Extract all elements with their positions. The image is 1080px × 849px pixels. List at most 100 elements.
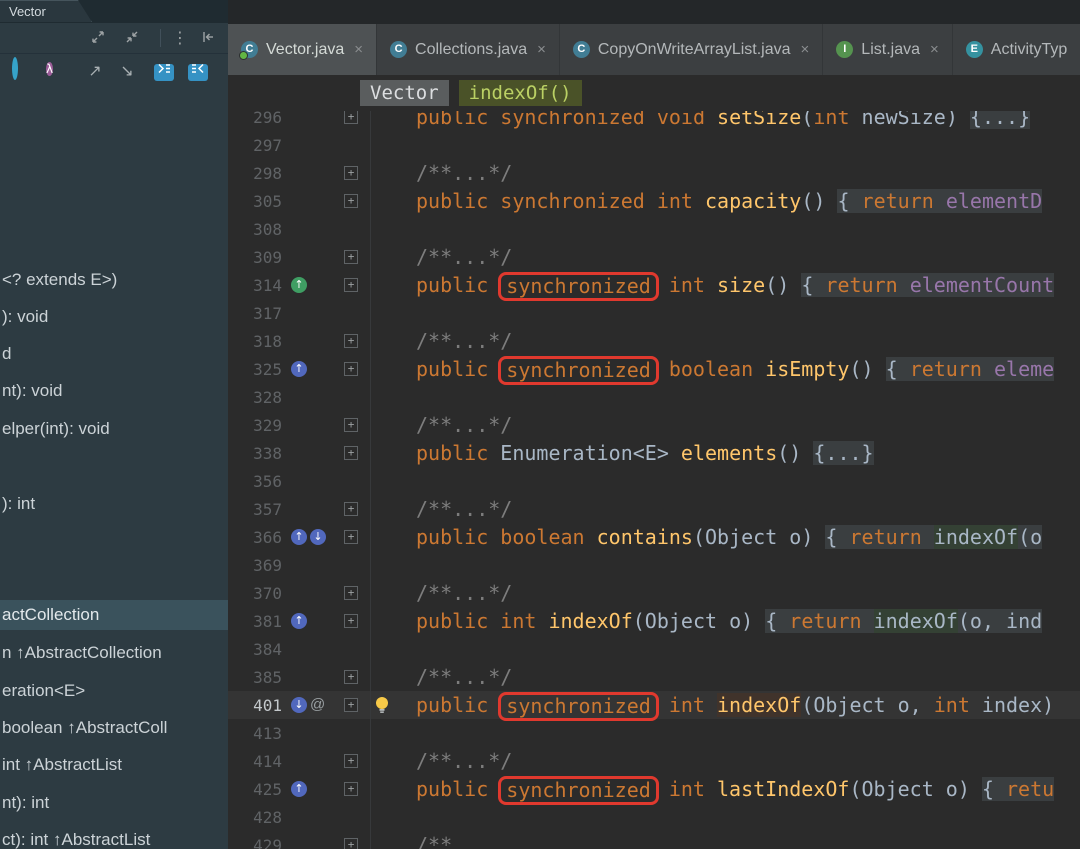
code-line[interactable]: 305 + public synchronized int capacity() {… bbox=[228, 187, 1080, 215]
expand-arrow-icon[interactable]: ↗ bbox=[84, 60, 106, 82]
code-line[interactable]: 329 + /**...*/ bbox=[228, 411, 1080, 439]
tool-window-tab[interactable]: Vector bbox=[0, 0, 92, 22]
code-line[interactable]: 384 bbox=[228, 635, 1080, 663]
structure-item[interactable]: actCollection bbox=[0, 600, 228, 630]
code-line[interactable]: 314 ↑ + public synchronized int size() { re… bbox=[228, 271, 1080, 301]
structure-item[interactable]: n ↑AbstractCollection bbox=[0, 641, 228, 665]
override-method-icon[interactable]: ↑ bbox=[291, 613, 307, 629]
code-line[interactable]: 357 + /**...*/ bbox=[228, 495, 1080, 523]
structure-item[interactable]: boolean ↑AbstractColl bbox=[0, 716, 228, 740]
code-line[interactable]: 366 ↑ ↓ + public boolean contains(Object o) … bbox=[228, 523, 1080, 551]
code-line[interactable]: 369 bbox=[228, 551, 1080, 579]
structure-item[interactable]: <? extends E>) bbox=[0, 268, 228, 292]
code-line[interactable]: 338 + public Enumeration<E> elements() {..… bbox=[228, 439, 1080, 467]
fold-marker[interactable]: + bbox=[344, 334, 358, 348]
code-line[interactable]: 328 bbox=[228, 383, 1080, 411]
code-line[interactable]: 370 + /**...*/ bbox=[228, 579, 1080, 607]
fold-marker[interactable]: + bbox=[344, 110, 358, 124]
fold-marker[interactable]: + bbox=[344, 418, 358, 432]
override-method-icon[interactable]: ↑ bbox=[291, 781, 307, 797]
scroll-to-source-icon[interactable] bbox=[154, 60, 176, 82]
code-line[interactable]: 413 bbox=[228, 719, 1080, 747]
breadcrumb-method-chip[interactable]: indexOf() bbox=[458, 80, 582, 106]
annotation-icon[interactable]: @ bbox=[310, 697, 325, 713]
structure-item[interactable]: nt): void bbox=[0, 379, 228, 403]
fold-marker[interactable]: + bbox=[344, 586, 358, 600]
override-method-icon[interactable]: ↑ bbox=[291, 529, 307, 545]
structure-item[interactable]: ct): int ↑AbstractList bbox=[0, 828, 228, 849]
code-line[interactable]: 401 ↓ @ + public synchronized int indexOf(Ob… bbox=[228, 691, 1080, 721]
fold-column: + bbox=[344, 782, 370, 796]
code-text bbox=[370, 383, 1080, 411]
override-method-icon[interactable]: ↑ bbox=[291, 361, 307, 377]
structure-item[interactable]: d bbox=[0, 342, 228, 366]
code-line[interactable]: 429 + /** bbox=[228, 831, 1080, 849]
fold-marker[interactable]: + bbox=[344, 754, 358, 768]
overridden-method-icon[interactable]: ↓ bbox=[291, 697, 307, 713]
code-editor[interactable]: Vector indexOf() 296 + public synchronized… bbox=[228, 75, 1080, 849]
fold-marker[interactable]: + bbox=[344, 502, 358, 516]
code-line[interactable]: 381 ↑ + public int indexOf(Object o) { retu… bbox=[228, 607, 1080, 635]
close-tab-icon[interactable]: × bbox=[354, 41, 363, 58]
collapse-arrow-icon[interactable]: ↘ bbox=[116, 60, 138, 82]
code-text: /**...*/ bbox=[370, 579, 1080, 607]
code-token: isEmpty bbox=[765, 357, 850, 381]
fold-marker[interactable]: + bbox=[344, 362, 358, 376]
interface-file-icon: I bbox=[836, 41, 854, 58]
fold-marker[interactable]: + bbox=[344, 614, 358, 628]
code-line[interactable]: 298 + /**...*/ bbox=[228, 159, 1080, 187]
code-line[interactable]: 425 ↑ + public synchronized int lastIndexOf… bbox=[228, 775, 1080, 805]
code-line[interactable]: 309 + /**...*/ bbox=[228, 243, 1080, 271]
override-method-icon[interactable]: ↑ bbox=[291, 277, 307, 293]
fold-marker[interactable]: + bbox=[344, 530, 358, 544]
fold-marker[interactable]: + bbox=[344, 194, 358, 208]
expand-all-icon[interactable] bbox=[90, 29, 108, 47]
structure-item[interactable]: elper(int): void bbox=[0, 417, 228, 441]
close-tab-icon[interactable]: × bbox=[801, 41, 810, 58]
code-token: indexOf bbox=[717, 693, 802, 717]
code-line[interactable]: 414 + /**...*/ bbox=[228, 747, 1080, 775]
code-line[interactable]: 317 bbox=[228, 299, 1080, 327]
code-text: public synchronized boolean isEmpty() { … bbox=[370, 355, 1080, 385]
structure-item[interactable]: eration<E> bbox=[0, 679, 228, 703]
tab-ActivityTyp[interactable]: E ActivityTyp bbox=[953, 24, 1080, 75]
breadcrumb-class-chip[interactable]: Vector bbox=[360, 80, 449, 106]
fold-marker[interactable]: + bbox=[344, 250, 358, 264]
autoscroll-from-source-icon[interactable] bbox=[188, 60, 210, 82]
fold-marker[interactable]: + bbox=[344, 838, 358, 849]
fold-marker[interactable]: + bbox=[344, 670, 358, 684]
fold-marker[interactable]: + bbox=[344, 446, 358, 460]
code-line[interactable]: 428 bbox=[228, 803, 1080, 831]
tab-List.java[interactable]: I List.java × bbox=[823, 24, 953, 75]
close-tab-icon[interactable]: × bbox=[930, 41, 939, 58]
code-line[interactable]: 385 + /**...*/ bbox=[228, 663, 1080, 691]
structure-item[interactable]: ): int bbox=[0, 492, 228, 516]
hide-panel-icon[interactable] bbox=[200, 29, 218, 47]
code-line[interactable]: 325 ↑ + public synchronized boolean isEmpty… bbox=[228, 355, 1080, 385]
tab-Collections.java[interactable]: C Collections.java × bbox=[377, 24, 560, 75]
structure-item[interactable]: nt): int bbox=[0, 791, 228, 815]
breadcrumb: Vector indexOf() bbox=[228, 75, 1080, 111]
code-line[interactable]: 297 bbox=[228, 131, 1080, 159]
lambda-icon[interactable]: λ bbox=[46, 60, 68, 82]
tab-Vector.java[interactable]: C Vector.java × bbox=[228, 24, 378, 75]
collapse-all-icon[interactable] bbox=[124, 29, 142, 47]
code-line[interactable]: 308 bbox=[228, 215, 1080, 243]
code-line[interactable]: 356 bbox=[228, 467, 1080, 495]
fold-marker[interactable]: + bbox=[344, 278, 358, 292]
code-line[interactable]: 318 + /**...*/ bbox=[228, 327, 1080, 355]
fold-column: + bbox=[344, 586, 370, 600]
intention-bulb-icon[interactable] bbox=[374, 696, 390, 719]
fold-column: + bbox=[344, 698, 370, 712]
structure-item[interactable]: ): void bbox=[0, 305, 228, 329]
tab-CopyOnWriteArrayList.java[interactable]: C CopyOnWriteArrayList.java × bbox=[560, 24, 824, 75]
structure-item[interactable]: int ↑AbstractList bbox=[0, 753, 228, 777]
fold-marker[interactable]: + bbox=[344, 698, 358, 712]
target-icon[interactable] bbox=[12, 57, 34, 82]
fold-marker[interactable]: + bbox=[344, 166, 358, 180]
overridden-method-icon[interactable]: ↓ bbox=[310, 529, 326, 545]
more-options-icon[interactable]: ⋮ bbox=[171, 29, 189, 47]
fold-marker[interactable]: + bbox=[344, 782, 358, 796]
code-token: () bbox=[777, 441, 814, 465]
close-tab-icon[interactable]: × bbox=[537, 41, 546, 58]
